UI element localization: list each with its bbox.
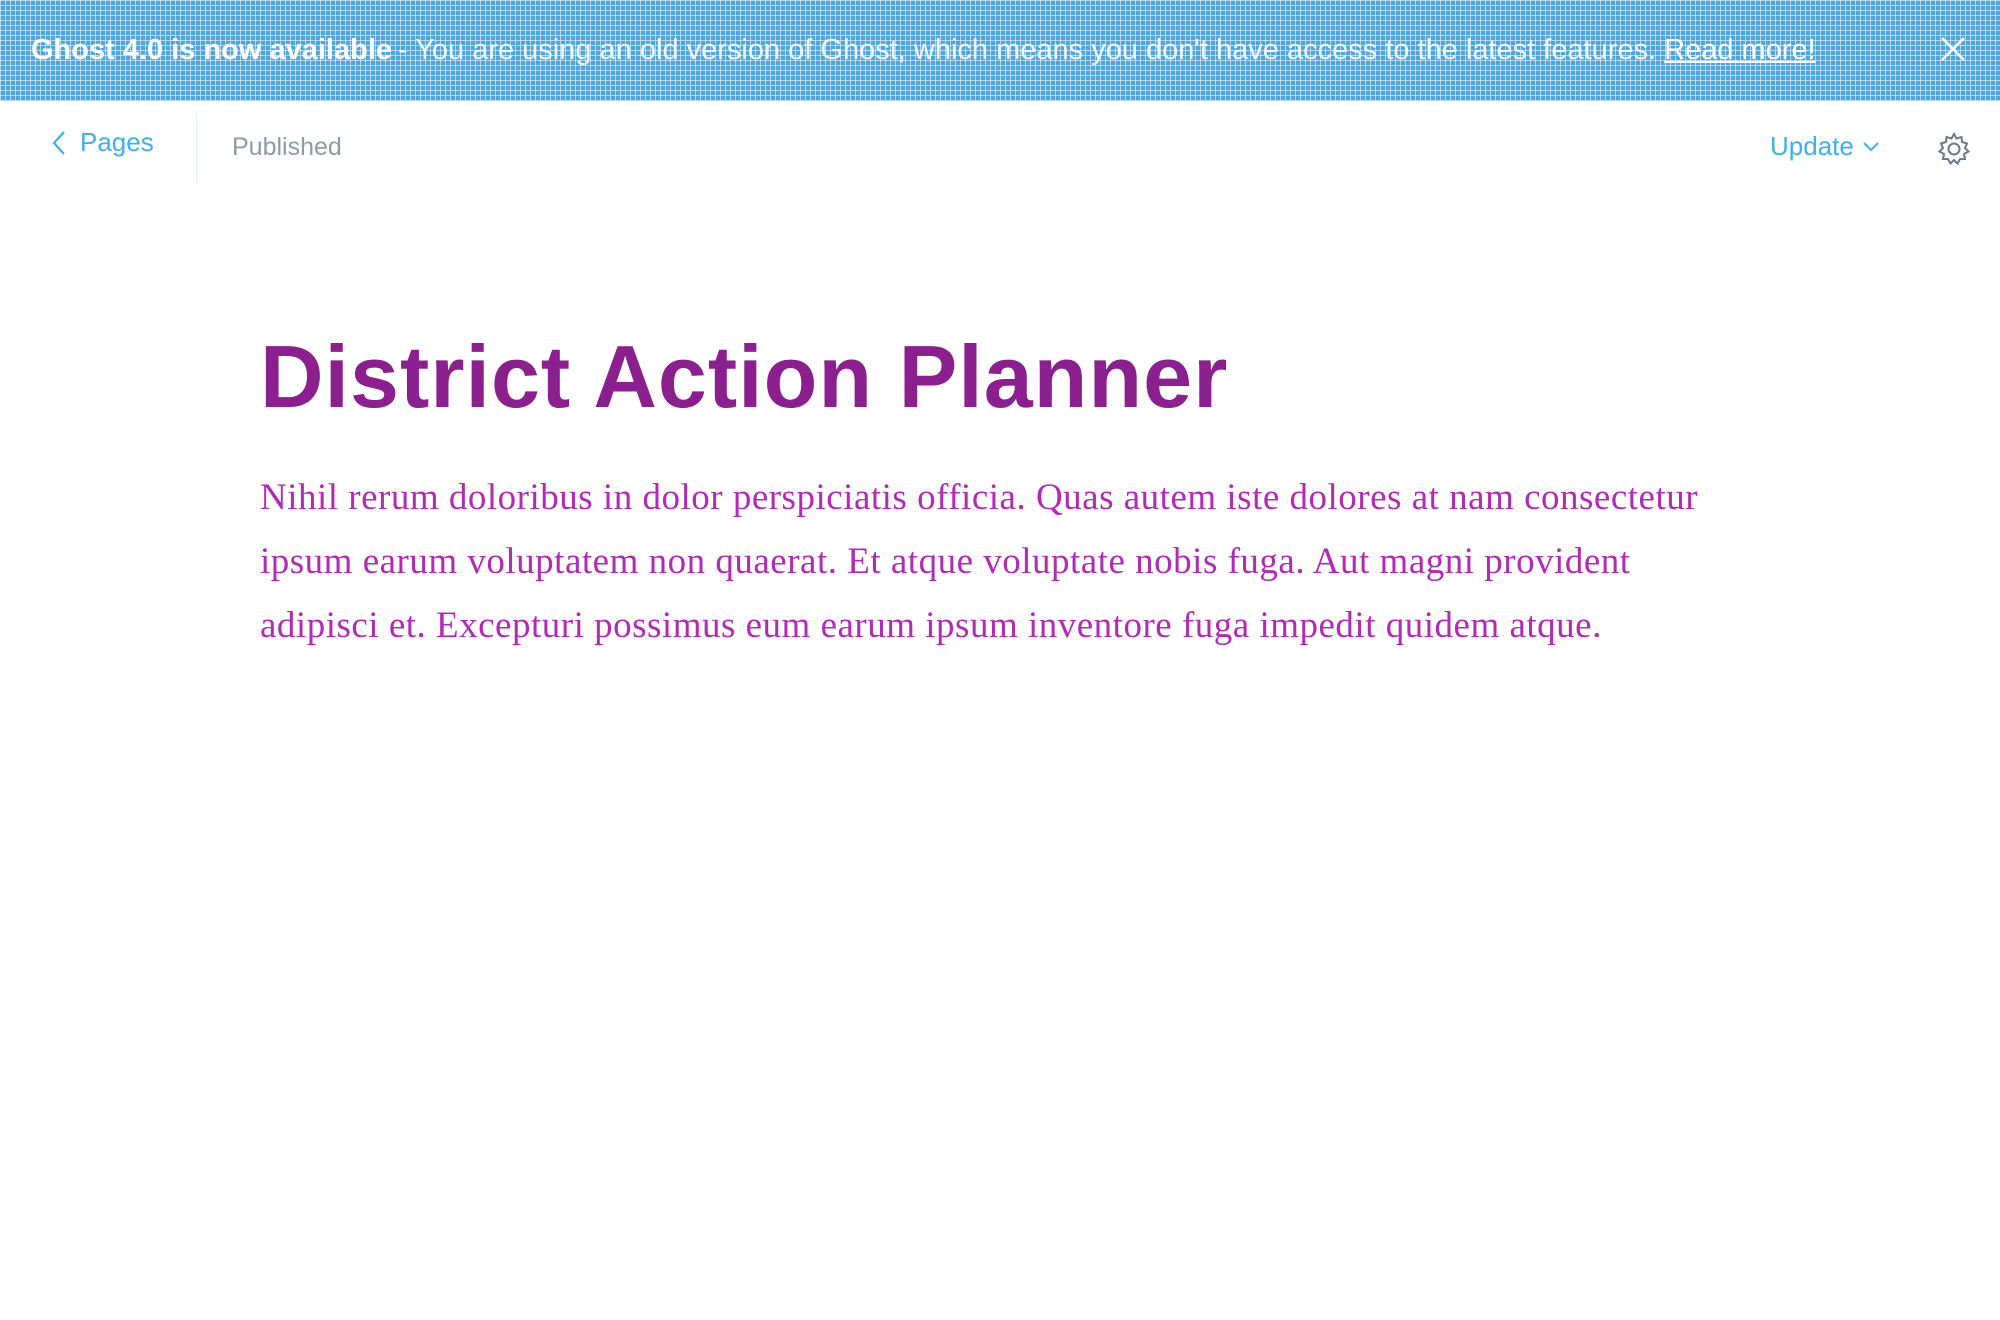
banner-message: - You are using an old version of Ghost,… bbox=[398, 34, 1657, 66]
chevron-down-icon bbox=[1863, 141, 1879, 151]
back-to-pages-link[interactable]: Pages bbox=[50, 127, 154, 158]
update-button-label: Update bbox=[1770, 131, 1854, 161]
editor-header: Pages Published Update bbox=[0, 101, 2000, 197]
update-button[interactable]: Update bbox=[1770, 131, 1880, 162]
gear-icon[interactable] bbox=[1936, 131, 1972, 167]
chevron-left-icon bbox=[52, 130, 65, 155]
upgrade-notification-banner: Ghost 4.0 is now available - You are usi… bbox=[0, 0, 2000, 101]
header-divider bbox=[196, 113, 197, 185]
back-link-label: Pages bbox=[80, 127, 154, 157]
post-title[interactable]: District Action Planner bbox=[260, 322, 1228, 432]
banner-headline: Ghost 4.0 is now available bbox=[31, 34, 393, 66]
publish-status: Published bbox=[232, 133, 342, 161]
read-more-link[interactable]: Read more! bbox=[1664, 34, 1816, 67]
post-body-text[interactable]: Nihil rerum doloribus in dolor perspicia… bbox=[260, 466, 1730, 658]
close-icon[interactable] bbox=[1936, 32, 1970, 66]
